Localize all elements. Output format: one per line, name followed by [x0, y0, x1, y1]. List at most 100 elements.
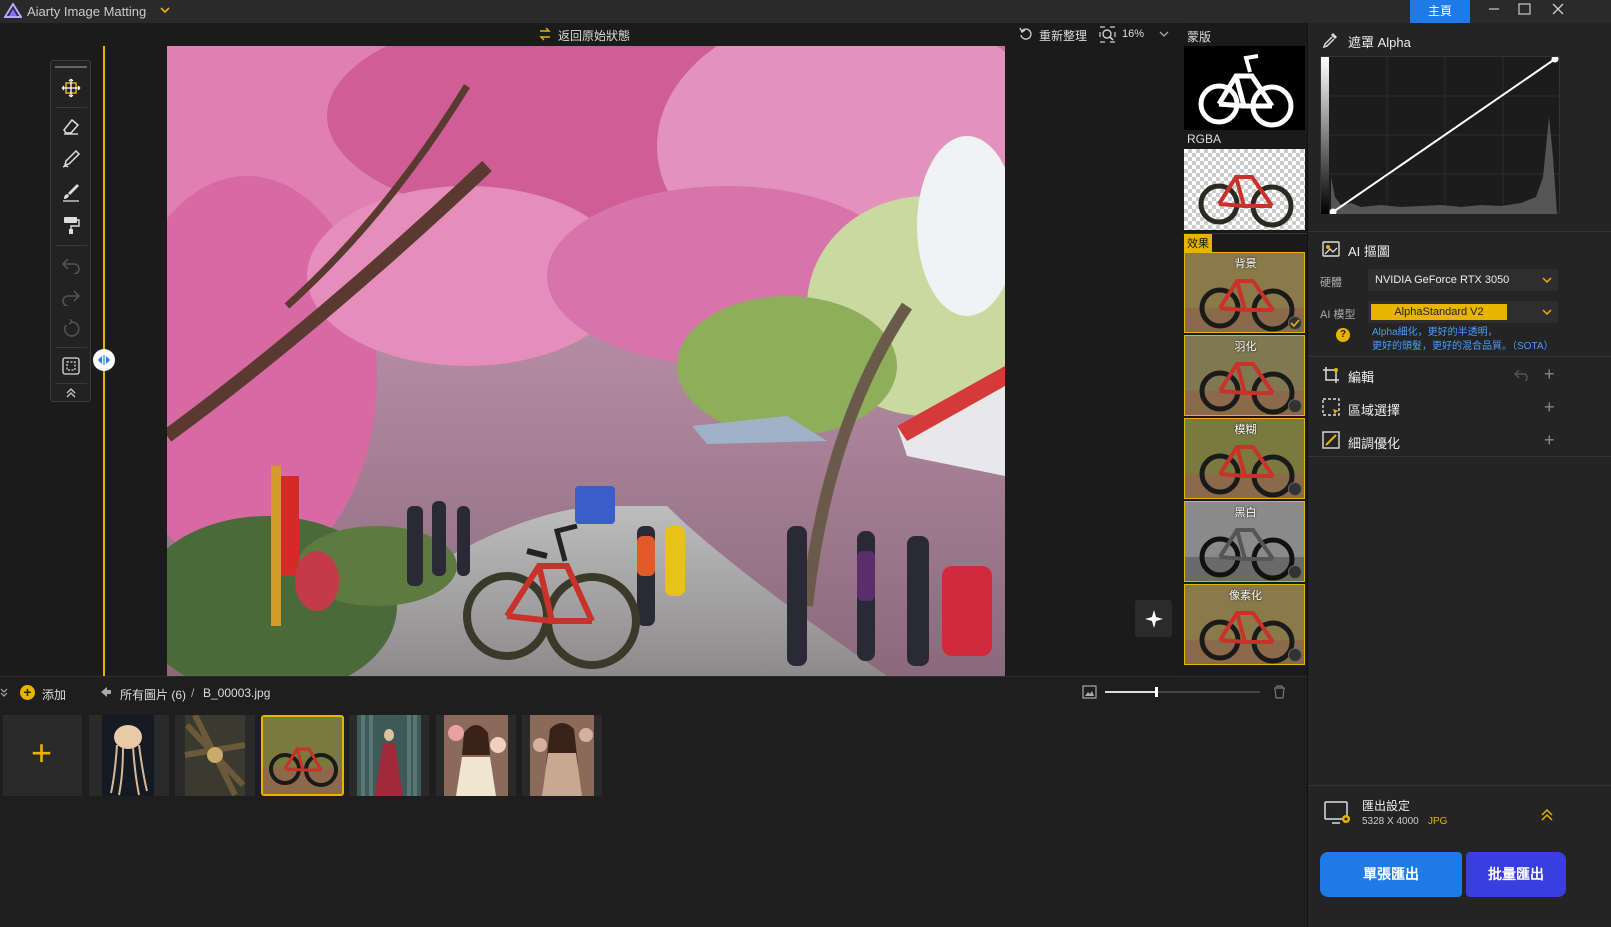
export-format: JPG — [1428, 816, 1448, 827]
ai-enhance-button[interactable] — [1135, 600, 1172, 637]
model-chevron-icon — [1542, 309, 1552, 316]
tool-panel — [50, 60, 91, 402]
roller-icon[interactable] — [58, 212, 84, 238]
edit-section[interactable]: 編輯 + — [1308, 357, 1611, 390]
move-tool-icon[interactable] — [58, 75, 84, 101]
rgba-preview[interactable] — [1184, 149, 1305, 230]
effect-preview-4[interactable]: 像素化 — [1184, 584, 1305, 665]
effect-label: 模糊 — [1234, 424, 1257, 436]
zoom-value[interactable]: 16% — [1122, 28, 1144, 40]
add-icon[interactable]: + — [20, 685, 35, 700]
crop-icon — [1322, 366, 1340, 384]
maximize-button[interactable] — [1508, 0, 1542, 23]
preview-column: 蒙版 RGBA 效果 背景 羽化 模糊 黑白 像素化 — [1183, 23, 1307, 676]
all-images-link[interactable]: 所有圖片 (6) — [120, 686, 186, 703]
app-logo-icon — [4, 3, 22, 18]
region-select-section[interactable]: 區域選擇 + — [1308, 390, 1611, 423]
export-settings-icon — [1324, 801, 1352, 825]
undo-icon[interactable] — [58, 251, 84, 277]
app-title: Aiarty Image Matting — [27, 4, 147, 19]
main-image[interactable] — [167, 46, 1005, 676]
mask-preview[interactable] — [1184, 46, 1305, 130]
back-arrow-icon[interactable] — [100, 686, 112, 698]
ai-matting-icon — [1322, 241, 1340, 257]
collapse-tools-icon[interactable] — [58, 385, 84, 401]
effect-label: 羽化 — [1234, 341, 1257, 353]
effect-preview-1[interactable]: 羽化 — [1184, 335, 1305, 416]
export-size: 5328 X 4000 — [1362, 816, 1419, 827]
refresh-icon[interactable] — [1019, 27, 1033, 41]
unselected-circle-icon[interactable] — [1288, 565, 1302, 579]
eyedropper-icon — [1322, 32, 1338, 48]
model-desc-line1: Alpha細化，更好的半透明， — [1372, 327, 1498, 338]
add-button[interactable]: 添加 — [42, 686, 66, 703]
expand-export-icon[interactable] — [1540, 808, 1554, 822]
hardware-chevron-icon — [1542, 277, 1552, 284]
effect-label: 背景 — [1234, 258, 1257, 270]
thumbnail-size-icon — [1082, 685, 1097, 699]
zoom-chevron-icon[interactable] — [1159, 31, 1169, 39]
hardware-select[interactable]: NVIDIA GeForce RTX 3050 — [1368, 269, 1558, 291]
brush-add-icon[interactable] — [58, 146, 84, 172]
file-thumbnail[interactable] — [175, 715, 255, 796]
app-menu-chevron-icon[interactable] — [160, 5, 170, 15]
edit-add-icon[interactable]: + — [1544, 365, 1555, 383]
restore-icon[interactable] — [538, 27, 552, 41]
help-icon[interactable]: ? — [1336, 328, 1350, 342]
reset-icon[interactable] — [58, 316, 84, 342]
collapse-strip-icon[interactable] — [0, 687, 8, 697]
refine-add-icon[interactable]: + — [1544, 431, 1555, 449]
region-add-icon[interactable]: + — [1544, 398, 1555, 416]
effect-preview-0[interactable]: 背景 — [1184, 252, 1305, 333]
compare-split-handle[interactable] — [93, 349, 115, 371]
close-button[interactable] — [1540, 0, 1574, 23]
minimize-button[interactable] — [1478, 0, 1512, 23]
alpha-title: 遮罩 Alpha — [1348, 35, 1411, 50]
edit-title: 編輯 — [1348, 370, 1375, 385]
ai-matting-title: AI 摳圖 — [1348, 244, 1390, 259]
effect-preview-2[interactable]: 模糊 — [1184, 418, 1305, 499]
single-export-button[interactable]: 單張匯出 — [1320, 852, 1462, 897]
selection-icon[interactable] — [58, 353, 84, 379]
model-select[interactable]: AlphaStandard V2 — [1368, 301, 1558, 323]
file-thumbnail[interactable] — [89, 715, 169, 796]
region-select-title: 區域選擇 — [1348, 403, 1401, 418]
effect-label: 黑白 — [1234, 507, 1257, 519]
add-file-tile[interactable]: + — [3, 715, 82, 796]
file-thumbnail[interactable] — [522, 715, 602, 796]
right-panel: 遮罩 Alpha AI 摳圖 硬體 NVIDIA GeForce RTX 305… — [1307, 23, 1611, 927]
effects-label: 效果 — [1184, 234, 1212, 252]
file-thumbnail-selected[interactable] — [261, 715, 344, 796]
restore-original-button[interactable]: 返回原始狀態 — [558, 27, 630, 44]
effect-preview-3[interactable]: 黑白 — [1184, 501, 1305, 582]
refine-section[interactable]: 細調優化 + — [1308, 423, 1611, 456]
home-button[interactable]: 主頁 — [1410, 0, 1470, 23]
current-file-name: B_00003.jpg — [203, 686, 271, 700]
batch-export-button[interactable]: 批量匯出 — [1466, 852, 1566, 897]
thumbnail-size-slider[interactable] — [1105, 687, 1260, 697]
rgba-label: RGBA — [1187, 132, 1222, 146]
edit-undo-icon — [1514, 369, 1528, 381]
eraser-icon[interactable] — [58, 113, 84, 139]
refresh-button[interactable]: 重新整理 — [1039, 27, 1087, 44]
thumbnail-size-slider-handle[interactable] — [1155, 687, 1158, 697]
alpha-curve-chart[interactable] — [1320, 56, 1561, 214]
unselected-circle-icon[interactable] — [1288, 482, 1302, 496]
redo-icon[interactable] — [58, 283, 84, 309]
file-thumbnail[interactable] — [436, 715, 516, 796]
zoom-icon[interactable] — [1099, 26, 1116, 43]
unselected-circle-icon[interactable] — [1288, 648, 1302, 662]
model-value: AlphaStandard V2 — [1371, 304, 1507, 320]
add-file-plus-icon: + — [31, 732, 53, 773]
file-browser — [0, 676, 1307, 927]
breadcrumb-separator: / — [191, 686, 195, 700]
model-desc-line2: 更好的頭髮，更好的混合品質。（SOTA） — [1372, 341, 1554, 352]
file-thumbnail[interactable] — [349, 715, 429, 796]
brush-fill-icon[interactable] — [58, 179, 84, 205]
unselected-circle-icon[interactable] — [1288, 399, 1302, 413]
model-label: AI 模型 — [1320, 309, 1356, 321]
delete-icon[interactable] — [1273, 685, 1286, 699]
selected-check-icon[interactable] — [1288, 316, 1302, 330]
hardware-value: NVIDIA GeForce RTX 3050 — [1375, 274, 1510, 286]
effect-label: 像素化 — [1229, 590, 1262, 602]
